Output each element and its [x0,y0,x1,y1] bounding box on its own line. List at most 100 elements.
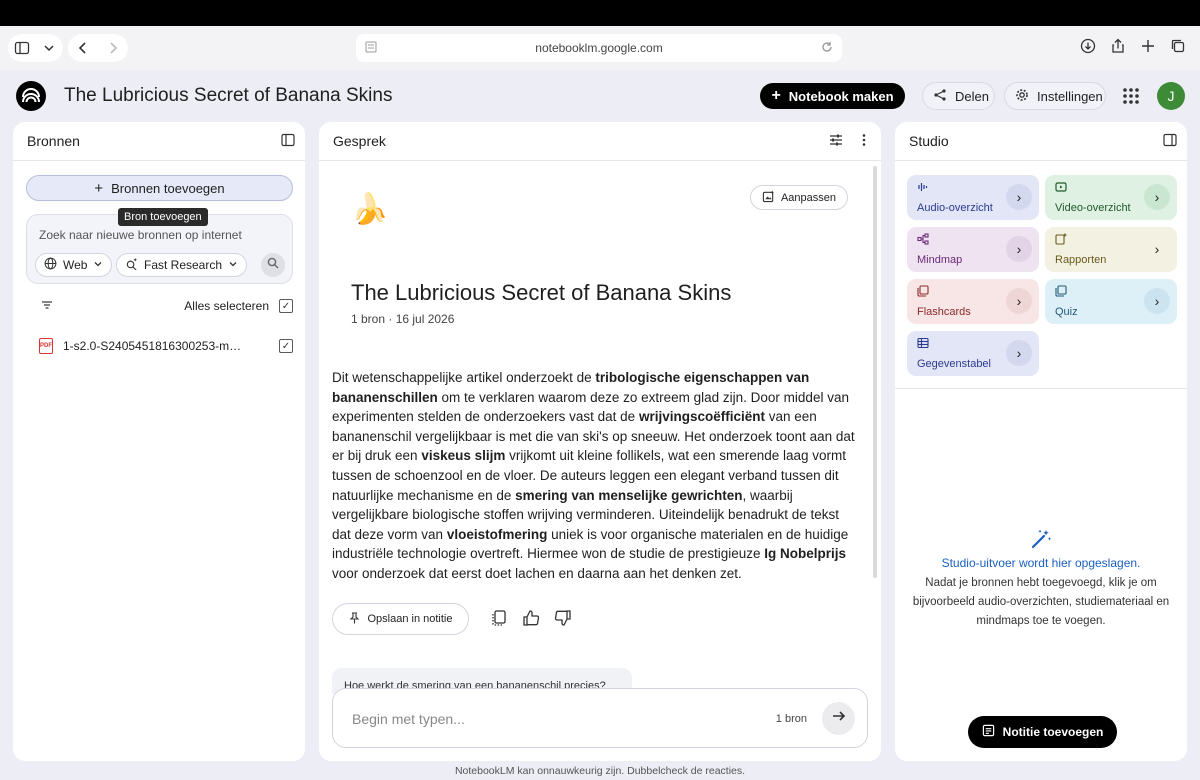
apps-grid-icon[interactable] [1121,86,1141,106]
chevron-down-icon [228,258,238,272]
new-notebook-button[interactable]: + Notebook maken [760,83,905,109]
chat-input[interactable]: Begin met typen... [352,711,465,727]
add-sources-button[interactable]: + Bronnen toevoegen [26,175,293,201]
reload-icon[interactable] [820,40,834,57]
notebook-emoji: 🍌 [351,193,389,226]
app-header: The Lubricious Secret of Banana Skins + … [0,70,1200,122]
select-all-row: Alles selecteren ✓ [40,296,293,316]
summary-bold-term: viskeus slijm [421,448,506,464]
tabs-overview-icon[interactable] [1166,34,1190,58]
search-submit-button[interactable] [261,253,285,277]
summary-bold-term: Ig Nobelprijs [764,546,847,562]
studio-tile-mindmap[interactable]: Mindmap › [907,227,1039,272]
thumbs-up-icon[interactable] [522,609,542,629]
sidebar-toggle-group[interactable] [8,34,63,62]
tile-label: Audio-overzicht [917,202,993,214]
chevron-right-icon[interactable]: › [1006,288,1032,314]
search-input[interactable]: Zoek naar nieuwe bronnen op internet [39,228,242,242]
studio-tile-data-table[interactable]: Gegevenstabel › [907,331,1039,376]
select-all-checkbox[interactable]: ✓ [279,299,293,313]
browser-toolbar: notebooklm.google.com [0,26,1200,70]
chevron-right-icon[interactable]: › [1006,184,1032,210]
collapse-panel-icon[interactable] [1163,133,1177,150]
web-chip[interactable]: Web [35,253,113,277]
research-chip-label: Fast Research [144,258,223,272]
tile-label: Rapporten [1055,254,1107,266]
studio-tile-flashcards[interactable]: Flashcards › [907,279,1039,324]
adjust-button[interactable]: Aanpassen [750,185,848,210]
share-button[interactable]: Delen [922,82,995,110]
notebook-title[interactable]: The Lubricious Secret of Banana Skins [64,85,392,107]
footer-disclaimer: NotebookLM kan onnauwkeurig zijn. Dubbel… [454,765,746,777]
chat-title: Gesprek [333,133,386,149]
magic-wand-icon [1031,529,1052,549]
tile-label: Video-overzicht [1055,202,1131,214]
filter-icon[interactable] [40,298,54,315]
studio-empty-state: Studio-uitvoer wordt hier opgeslagen. Na… [895,528,1187,631]
collapse-panel-icon[interactable] [281,133,295,150]
chevron-down-icon[interactable] [37,36,61,60]
table-icon [917,337,929,349]
download-icon[interactable] [1076,34,1100,58]
save-to-note-button[interactable]: Opslaan in notitie [332,603,469,635]
studio-tile-audio-overview[interactable]: Audio-overzicht › [907,175,1039,220]
chevron-right-icon[interactable]: › [1144,288,1170,314]
chat-composer[interactable]: Begin met typen... 1 bron [332,688,868,748]
summary-bold-term: wrijvingscoëfficiënt [638,409,765,425]
thumbs-down-icon[interactable] [554,609,574,629]
empty-state-title: Studio-uitvoer wordt hier opgeslagen. [941,556,1141,570]
studio-header: Studio [895,122,1187,161]
mindmap-icon [917,233,929,245]
sources-panel: Bronnen + Bronnen toevoegen Zoek naar ni… [13,122,305,761]
source-checkbox[interactable]: ✓ [279,339,293,353]
chevron-down-icon [93,258,103,272]
chat-panel: Gesprek 🍌 Aanpassen The Lubricious Secre… [319,122,881,761]
avatar[interactable]: J [1157,82,1185,110]
url-text: notebooklm.google.com [535,41,663,55]
audio-wave-icon [918,183,928,191]
customize-icon [762,189,775,206]
share-label: Delen [955,88,989,104]
studio-tile-reports[interactable]: Rapporten › [1045,227,1177,272]
chevron-right-icon[interactable]: › [1144,184,1170,210]
tile-label: Flashcards [917,306,971,318]
chevron-right-icon[interactable]: › [1006,236,1032,262]
more-vert-icon[interactable] [857,133,871,150]
list-item[interactable]: PDF 1-s2.0-S2405451816300253-main.pdf ✓ [39,336,293,356]
plus-icon: + [94,179,104,197]
studio-tile-video-overview[interactable]: Video-overzicht › [1045,175,1177,220]
forward-icon[interactable] [101,36,125,60]
research-chip[interactable]: Fast Research [116,253,248,277]
add-sources-label: Bronnen toevoegen [111,180,225,196]
url-bar[interactable]: notebooklm.google.com [356,34,842,62]
new-tab-icon[interactable] [1136,34,1160,58]
chevron-right-icon[interactable]: › [1006,340,1032,366]
notebooklm-logo-icon[interactable] [16,81,46,111]
studio-panel: Studio Audio-overzicht › Video-overzicht… [895,122,1187,761]
page-icon [364,40,378,57]
share-icon[interactable] [1106,34,1130,58]
search-icon [267,256,279,274]
back-icon[interactable] [71,36,95,60]
settings-button[interactable]: Instellingen [1004,82,1106,110]
nav-buttons [68,34,128,62]
studio-title: Studio [909,133,949,149]
copy-icon[interactable] [490,609,510,629]
studio-tile-quiz[interactable]: Quiz › [1045,279,1177,324]
chevron-right-icon[interactable]: › [1144,236,1170,262]
summary-bold-term: smering van menselijke gewrichten [515,487,743,503]
arrow-right-icon [831,708,847,729]
sources-header: Bronnen [13,122,305,161]
send-button[interactable] [822,702,855,735]
sidebar-icon[interactable] [10,36,34,60]
tile-label: Mindmap [917,254,963,266]
web-chip-label: Web [63,258,88,272]
add-note-button[interactable]: Notitie toevoegen [968,716,1117,748]
video-icon [1055,182,1067,192]
save-to-note-label: Opslaan in notitie [367,613,453,625]
tune-icon[interactable] [829,133,843,150]
sources-title: Bronnen [27,133,80,149]
pdf-icon: PDF [39,338,53,354]
summary-text: Dit wetenschappelijke artikel onderzoekt… [332,370,596,385]
scrollbar[interactable] [873,166,877,578]
